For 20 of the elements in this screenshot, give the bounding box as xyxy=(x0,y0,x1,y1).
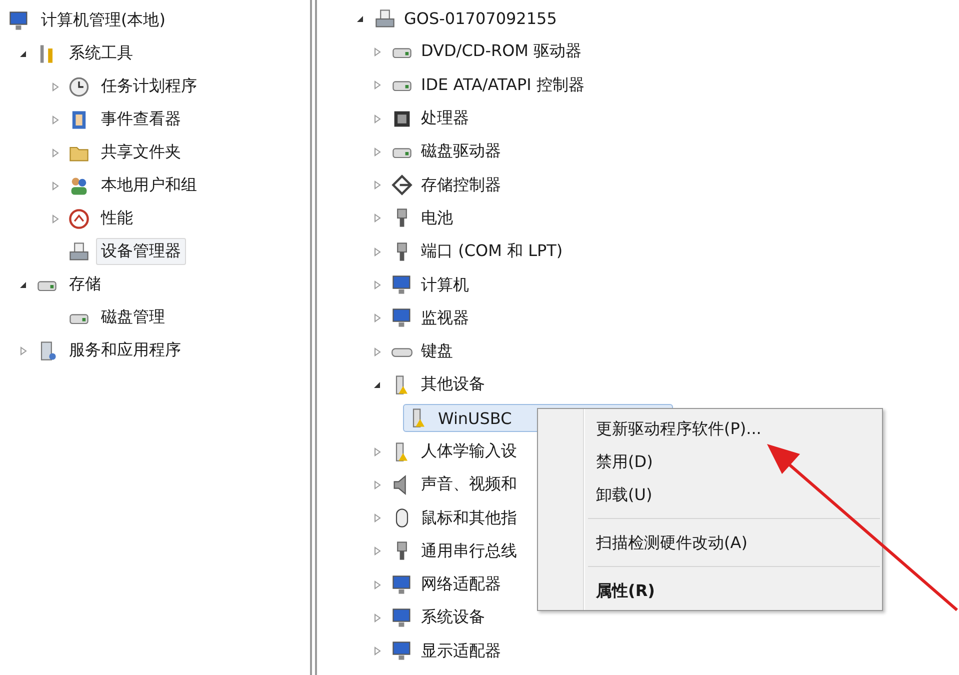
tree-item-label: GOS-01707092155 xyxy=(404,9,557,28)
tree-item-label: 其他设备 xyxy=(421,374,485,396)
tree-item-label: 声音、视频和 xyxy=(421,474,517,496)
tree-item-label: 磁盘驱动器 xyxy=(421,141,501,162)
tree-item-label: IDE ATA/ATAPI 控制器 xyxy=(421,74,584,96)
tree-item-label: 端口 (COM 和 LPT) xyxy=(421,241,563,262)
tree-item-label: DVD/CD-ROM 驱动器 xyxy=(421,41,582,62)
tree-item-label: 键盘 xyxy=(421,341,453,362)
tree-item-label: 通用串行总线 xyxy=(421,540,517,562)
tree-item-label: 鼠标和其他指 xyxy=(421,508,517,529)
tree-item-label: 监视器 xyxy=(421,308,469,329)
tree-item-label: WinUSBC xyxy=(438,408,512,428)
tree-item-label: 存储控制器 xyxy=(421,174,501,196)
tree-item-label: 网络适配器 xyxy=(421,574,501,596)
tree-item-label: 处理器 xyxy=(421,108,469,130)
tree-item-label: 计算机 xyxy=(421,274,469,296)
tree-item-label: 显示适配器 xyxy=(421,640,501,662)
tree-item-label: 人体学输入设 xyxy=(421,441,517,462)
tree-item-label: 系统设备 xyxy=(421,607,485,628)
tree-item-label: 电池 xyxy=(421,208,453,229)
